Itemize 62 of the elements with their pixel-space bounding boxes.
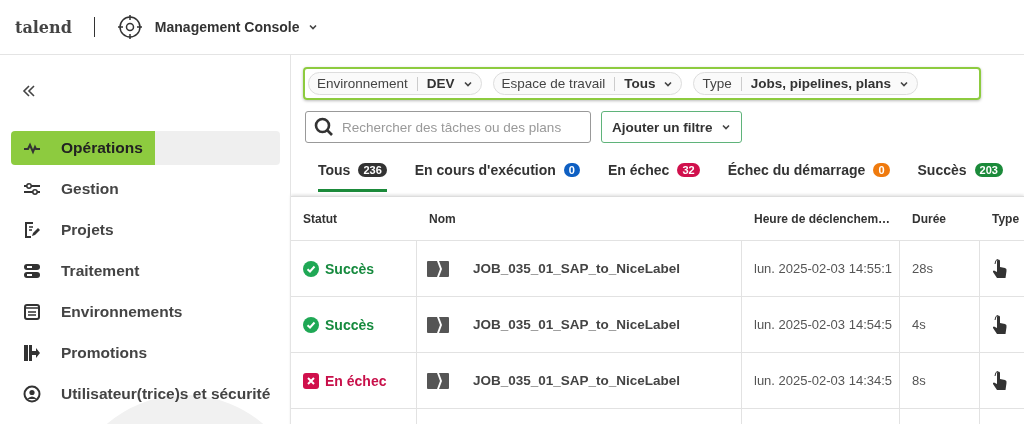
column-header: Type bbox=[991, 210, 1021, 228]
sidebar-item[interactable]: Traitement bbox=[11, 254, 280, 288]
filter-dropdown[interactable]: Espace de travail Tous bbox=[492, 72, 683, 95]
pulse-icon bbox=[23, 141, 41, 155]
trigger-time: lun. 2025-02-03 14:34:5 bbox=[754, 373, 893, 388]
user-icon bbox=[23, 385, 41, 403]
count-badge: 0 bbox=[563, 163, 580, 177]
collapse-icon[interactable] bbox=[22, 85, 36, 97]
column-header: Nom bbox=[428, 210, 457, 228]
column-header: Heure de déclenchem… bbox=[753, 210, 892, 228]
job-name[interactable]: JOB_035_01_SAP_to_NiceLabel bbox=[473, 261, 681, 276]
status-tab[interactable]: Tous 236 bbox=[318, 156, 387, 192]
trigger-time: lun. 2025-02-03 14:54:5 bbox=[754, 317, 893, 332]
caret-icon bbox=[307, 22, 318, 32]
sidebar-item[interactable]: Utilisateur(trice)s et sécurité bbox=[11, 377, 280, 411]
window-icon bbox=[23, 303, 41, 321]
filter-dropdown[interactable]: Type Jobs, pipelines, plans bbox=[693, 72, 918, 95]
document-pencil-icon bbox=[23, 221, 41, 239]
caret-icon bbox=[720, 122, 731, 132]
filter-dropdown[interactable]: Environnement DEV bbox=[308, 72, 482, 95]
duration: 4s bbox=[912, 317, 926, 332]
status-tab[interactable]: Succès 203 bbox=[917, 156, 1003, 192]
check-circle-icon bbox=[303, 316, 319, 333]
status-label: Succès bbox=[325, 316, 375, 333]
sidebar-item[interactable]: Gestion bbox=[11, 172, 280, 206]
error-icon bbox=[303, 372, 319, 389]
job-name[interactable]: JOB_035_01_SAP_to_NiceLabel bbox=[473, 317, 681, 332]
sidebar-item[interactable]: Environnements bbox=[11, 295, 280, 329]
server-icon bbox=[23, 262, 41, 280]
job-icon bbox=[427, 316, 449, 333]
status-tab[interactable]: En cours d'exécution 0 bbox=[414, 156, 580, 192]
job-icon bbox=[427, 372, 449, 389]
sidebar-item[interactable]: Projets bbox=[11, 213, 280, 247]
count-badge: 236 bbox=[358, 163, 387, 177]
trigger-time: lun. 2025-02-03 14:55:1 bbox=[754, 261, 893, 276]
status-tab[interactable]: Échec du démarrage 0 bbox=[727, 156, 890, 192]
job-icon bbox=[427, 260, 449, 277]
status-label: Succès bbox=[325, 260, 375, 277]
duration: 8s bbox=[912, 373, 926, 388]
sidebar-item[interactable]: Promotions bbox=[11, 336, 280, 370]
search-field[interactable]: Rechercher des tâches ou des plans bbox=[305, 111, 591, 143]
column-header: Durée bbox=[911, 210, 947, 228]
duration: 28s bbox=[912, 261, 933, 276]
sliders-icon bbox=[23, 182, 41, 196]
sidebar-item[interactable]: Opérations bbox=[11, 131, 280, 165]
count-badge: 0 bbox=[873, 163, 890, 177]
hand-pointer-icon bbox=[992, 258, 1008, 279]
status-tab[interactable]: En échec 32 bbox=[607, 156, 700, 192]
search-icon bbox=[314, 117, 334, 137]
count-badge: 203 bbox=[974, 163, 1003, 177]
add-filter-button[interactable]: Ajouter un filtre bbox=[601, 111, 742, 143]
check-circle-icon bbox=[303, 260, 319, 277]
compass-icon bbox=[116, 14, 143, 40]
status-label: En échec bbox=[325, 372, 387, 389]
logo: talend bbox=[15, 17, 72, 37]
column-header: Statut bbox=[302, 210, 338, 228]
count-badge: 32 bbox=[677, 163, 700, 177]
job-name[interactable]: JOB_035_01_SAP_to_NiceLabel bbox=[473, 373, 681, 388]
hand-pointer-icon bbox=[992, 370, 1008, 391]
app-switcher[interactable]: Management Console bbox=[154, 19, 318, 35]
hand-pointer-icon bbox=[992, 314, 1008, 335]
promote-icon bbox=[23, 344, 41, 362]
